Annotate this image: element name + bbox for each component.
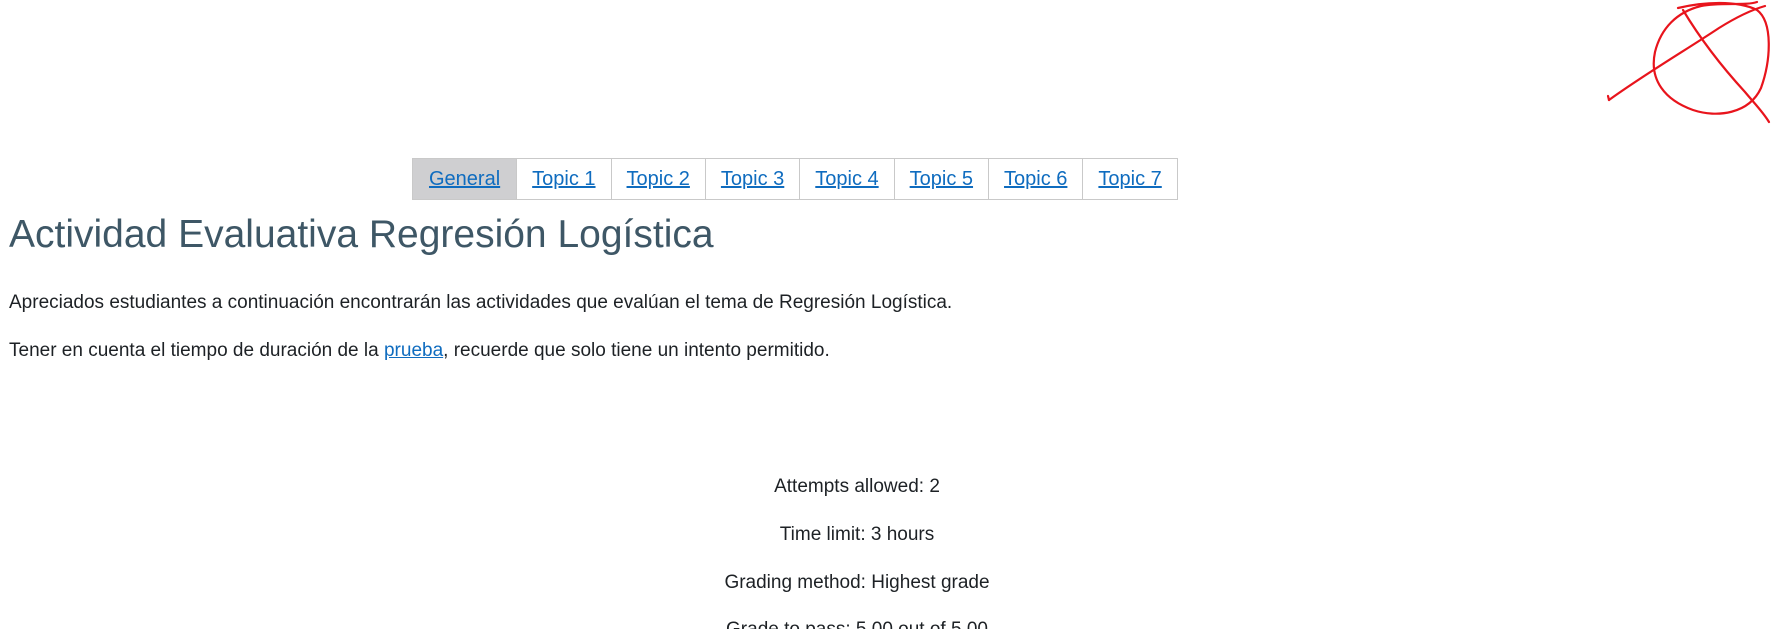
tab-topic-2[interactable]: Topic 2 — [611, 159, 706, 199]
grading-method: Grading method: Highest grade — [724, 572, 990, 593]
red-scribble-annotation — [1606, 0, 1771, 124]
tab-topic-4[interactable]: Topic 4 — [800, 159, 895, 199]
tab-topic-1[interactable]: Topic 1 — [517, 159, 612, 199]
tab-topic-5[interactable]: Topic 5 — [894, 159, 990, 199]
page-title: Actividad Evaluativa Regresión Logística — [9, 213, 714, 256]
grade-to-pass: Grade to pass: 5.00 out of 5.00 — [0, 619, 1714, 629]
intro-paragraph: Apreciados estudiantes a continuación en… — [9, 292, 953, 313]
tab-topic-3[interactable]: Topic 3 — [705, 159, 801, 199]
page: General Topic 1 Topic 2 Topic 3 Topic 4 … — [0, 0, 1771, 629]
course-section-tabs: General Topic 1 Topic 2 Topic 3 Topic 4 … — [412, 158, 1178, 200]
instructions-paragraph: Tener en cuenta el tiempo de duración de… — [9, 340, 830, 362]
prueba-link[interactable]: prueba — [384, 340, 443, 361]
tab-topic-6[interactable]: Topic 6 — [989, 159, 1084, 199]
time-limit: Time limit: 3 hours — [779, 524, 935, 545]
tab-topic-7[interactable]: Topic 7 — [1083, 159, 1177, 199]
tab-general[interactable]: General — [413, 159, 518, 199]
attempts-allowed: Attempts allowed: 2 — [774, 476, 940, 497]
instructions-text-end: , recuerde que solo tiene un intento per… — [443, 340, 830, 361]
instructions-text-start: Tener en cuenta el tiempo de duración de… — [9, 340, 384, 361]
